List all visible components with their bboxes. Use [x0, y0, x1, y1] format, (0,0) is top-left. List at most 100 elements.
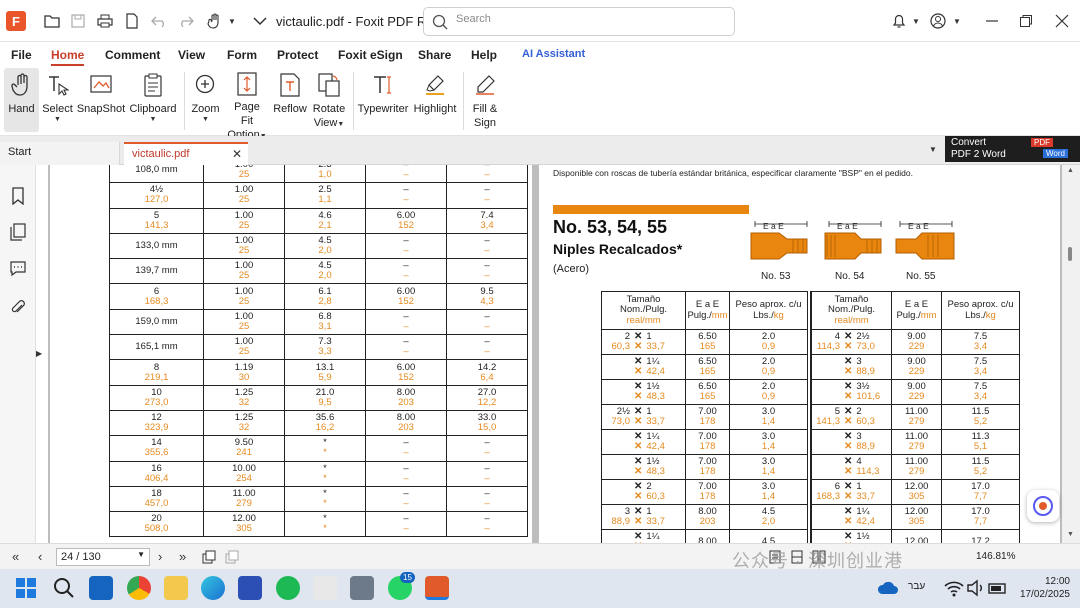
customize-dropdown-icon[interactable]: ▼ — [223, 12, 241, 30]
foxit-taskbar-icon[interactable] — [425, 576, 449, 600]
header-ea-units: Pulg./mm — [686, 310, 729, 322]
reflow-button[interactable]: Reflow — [273, 68, 307, 132]
open-folder-icon[interactable] — [43, 12, 61, 30]
expand-panel-icon[interactable]: ▶ — [36, 349, 42, 358]
wifi-icon[interactable] — [942, 576, 966, 600]
collapse-chevron-icon[interactable] — [251, 12, 269, 30]
chrome-icon[interactable] — [127, 576, 151, 600]
notification-dropdown-icon[interactable]: ▼ — [907, 12, 925, 30]
weight-cell-metric: * — [323, 523, 327, 535]
account-dropdown-icon[interactable]: ▼ — [948, 12, 966, 30]
menu-form[interactable]: Form — [227, 48, 257, 62]
whatsapp-icon[interactable]: 15 — [388, 572, 415, 600]
menu-view[interactable]: View — [178, 48, 205, 62]
snapshot-button[interactable]: SnapShot — [77, 68, 125, 132]
select-dropdown-icon[interactable]: ▼ — [54, 116, 61, 124]
document-viewport[interactable]: 108,0 mm1.00252.31,0––––4½127,01.00252.5… — [48, 165, 1062, 543]
fill-sign-button[interactable]: Fill & Sign — [468, 68, 502, 132]
material-label: (Acero) — [553, 263, 590, 275]
size-cell: 108,0 mm — [109, 165, 204, 184]
tab-start[interactable]: Start — [0, 142, 120, 165]
rotate-dropdown-icon[interactable]: ▼ — [337, 121, 344, 128]
page-fit-option-button[interactable]: Page Fit Option▼ — [227, 68, 267, 141]
new-doc-icon[interactable] — [123, 12, 141, 30]
minimize-icon[interactable] — [983, 12, 1001, 30]
file-explorer-icon[interactable] — [164, 576, 188, 600]
menu-protect[interactable]: Protect — [277, 48, 318, 62]
highlight-button[interactable]: Highlight — [412, 68, 458, 132]
page-number-input[interactable]: 24 / 130 ▼ — [56, 548, 150, 566]
cross-icon-metric: ✕ — [634, 466, 643, 477]
notification-bell-icon[interactable] — [890, 12, 908, 30]
save-icon[interactable] — [69, 12, 87, 30]
ea2-cell-metric: 203 — [398, 422, 414, 434]
next-page-icon[interactable]: › — [158, 549, 162, 564]
cross-icon-metric: ✕ — [844, 416, 853, 427]
header-weight: Peso aprox. c/u Lbs./kg — [941, 291, 1020, 330]
close-tab-icon[interactable]: ✕ — [232, 147, 242, 161]
weight-kg: 3,4 — [973, 341, 988, 352]
ea-cell: 7.00 178 — [685, 429, 730, 455]
hand-button[interactable]: Hand — [4, 68, 39, 132]
menu-comment[interactable]: Comment — [105, 48, 160, 62]
undo-icon[interactable] — [150, 12, 168, 30]
menu-home[interactable]: Home — [51, 48, 85, 66]
previous-page-icon[interactable]: ‹ — [38, 549, 42, 564]
select-button[interactable]: Select ▼ — [41, 68, 74, 132]
menu-foxit-esign[interactable]: Foxit eSign — [338, 48, 403, 62]
edge-icon[interactable] — [201, 576, 225, 600]
store-icon[interactable] — [238, 576, 262, 600]
last-page-icon[interactable]: » — [179, 549, 186, 564]
menu-help[interactable]: Help — [471, 48, 497, 62]
print-icon[interactable] — [96, 12, 114, 30]
page-dropdown-icon[interactable]: ▼ — [137, 550, 145, 559]
system-clock[interactable]: 12:00 17/02/2025 — [1010, 575, 1070, 601]
convert-pdf-to-word-banner[interactable]: Convert PDF 2 Word PDF Word — [945, 136, 1080, 162]
menu-ai-assistant[interactable]: AI Assistant — [522, 48, 585, 60]
comments-icon[interactable] — [9, 259, 27, 277]
paste-page-icon[interactable] — [225, 550, 239, 564]
onedrive-cloud-icon[interactable] — [876, 576, 900, 600]
clipboard-dropdown-icon[interactable]: ▼ — [150, 116, 157, 124]
zoom-button[interactable]: Zoom ▼ — [189, 68, 222, 132]
typewriter-button[interactable]: Typewriter — [358, 68, 408, 132]
copy-page-icon[interactable] — [202, 550, 216, 564]
clipboard-button[interactable]: Clipboard ▼ — [129, 68, 177, 132]
language-indicator[interactable]: עבר — [908, 581, 925, 592]
search-input[interactable] — [456, 13, 716, 25]
calculator-icon[interactable] — [350, 576, 374, 600]
scroll-up-icon[interactable]: ▲ — [1067, 167, 1074, 174]
account-icon[interactable] — [929, 12, 947, 30]
windows-start-icon[interactable] — [14, 576, 38, 600]
menu-file[interactable]: File — [11, 48, 32, 62]
close-window-icon[interactable] — [1053, 12, 1071, 30]
tab-victaulic[interactable]: victaulic.pdf ✕ — [124, 142, 248, 165]
outlook-icon[interactable] — [89, 576, 113, 600]
zoom-level[interactable]: 146.81% — [976, 551, 1015, 562]
ea-cell: 11.00 279 — [891, 404, 942, 430]
vertical-scrollbar[interactable]: ▲ ▼ — [1062, 165, 1080, 543]
pages-thumbnail-icon[interactable] — [9, 223, 27, 241]
ai-assistant-float-button[interactable] — [1027, 490, 1059, 522]
volume-icon[interactable] — [964, 576, 988, 600]
snipping-tool-icon[interactable] — [313, 576, 337, 600]
restore-icon[interactable] — [1017, 12, 1035, 30]
attachment-icon[interactable] — [9, 299, 27, 317]
search-box[interactable] — [423, 7, 735, 36]
spotify-icon[interactable] — [276, 576, 300, 600]
scrollbar-thumb[interactable] — [1068, 247, 1072, 261]
branch-size-mm: 60,3 — [646, 491, 665, 502]
tab-list-dropdown-icon[interactable]: ▼ — [929, 145, 937, 154]
tab-victaulic-label: victaulic.pdf — [132, 148, 190, 160]
taskbar-search-icon[interactable] — [52, 576, 76, 600]
menu-share[interactable]: Share — [418, 48, 451, 62]
bookmark-icon[interactable] — [9, 187, 27, 205]
scroll-down-icon[interactable]: ▼ — [1067, 531, 1074, 538]
hand-tool-quick-icon[interactable] — [206, 12, 224, 30]
redo-icon[interactable] — [177, 12, 195, 30]
battery-icon[interactable] — [986, 576, 1010, 600]
zoom-dropdown-icon[interactable]: ▼ — [202, 116, 209, 124]
first-page-icon[interactable]: « — [12, 549, 19, 564]
rotate-view-button[interactable]: Rotate View▼ — [311, 68, 347, 132]
navigation-side-panel — [0, 165, 36, 543]
